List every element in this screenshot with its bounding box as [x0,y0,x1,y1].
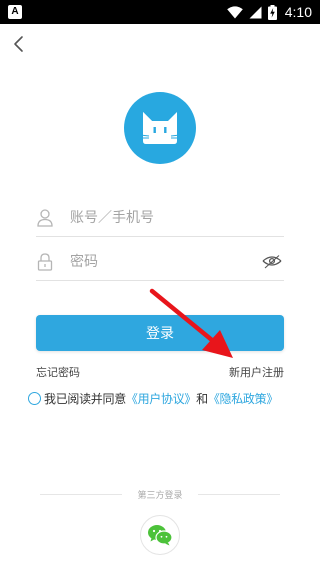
register-link[interactable]: 新用户注册 [229,364,284,380]
eye-icon[interactable] [260,252,284,272]
password-input[interactable] [70,247,260,277]
status-bar: A 4:10 [0,0,320,24]
chevron-left-icon [14,36,23,52]
account-field [36,200,284,237]
status-bar-right: 4:10 [226,0,312,24]
agreement-row: 我已阅读并同意 《用户协议》 和 《隐私政策》 [28,389,298,407]
agree-radio[interactable] [28,391,41,405]
user-icon [36,209,54,227]
battery-charging-icon [267,4,277,20]
lock-icon [36,253,54,271]
user-agreement-link[interactable]: 《用户协议》 [126,390,197,407]
status-time: 4:10 [284,4,312,20]
wechat-icon [148,525,173,546]
agreement-prefix: 我已阅读并同意 [44,391,126,406]
annotation-arrow [149,288,233,358]
wechat-login-button[interactable] [140,515,180,555]
wifi-icon [226,5,243,18]
app-logo [124,92,196,164]
login-screen: A 4:10 账号／手机号 登录 忘记密码 新用户注册 我已阅读并同意 《用户协… [0,0,320,568]
app-notification-icon: A [8,5,22,19]
password-field [36,244,284,281]
back-button[interactable] [6,32,30,56]
cat-logo-icon [139,112,181,144]
third-party-label: 第三方登录 [137,491,183,501]
signal-icon [249,6,262,18]
agreement-connector: 和 [196,391,208,406]
privacy-policy-link[interactable]: 《隐私政策》 [208,390,279,407]
login-button[interactable]: 登录 [36,315,284,351]
forgot-password-link[interactable]: 忘记密码 [36,364,80,380]
account-input[interactable] [70,203,284,233]
